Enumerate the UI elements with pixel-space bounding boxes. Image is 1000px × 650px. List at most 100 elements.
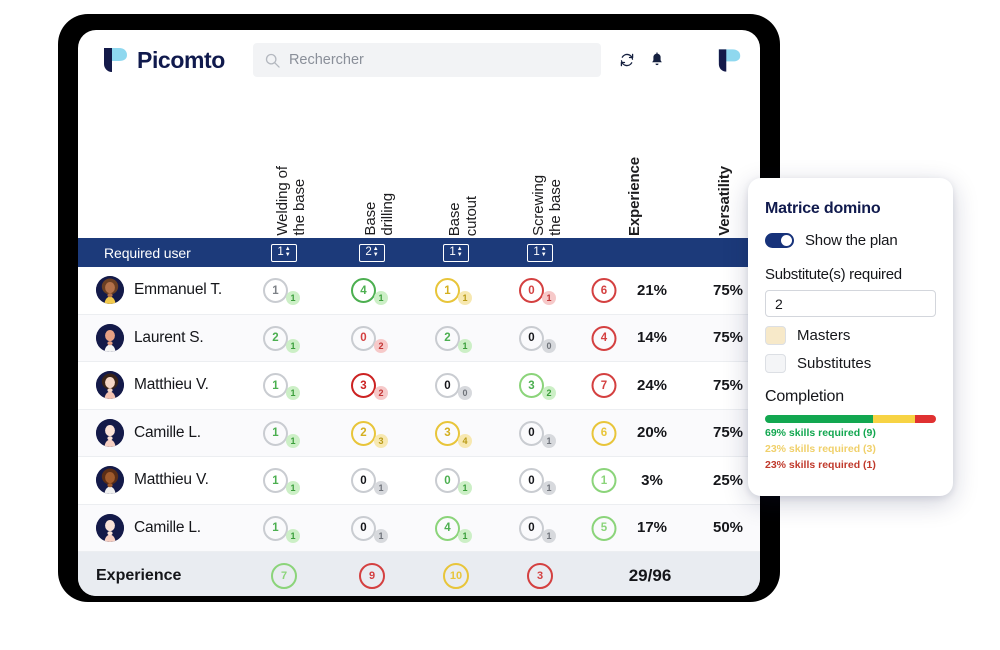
table-row[interactable]: Laurent S. 2 1 0 2 2 1 0 0 4 14% 75% (78, 314, 760, 362)
device-screen: Picomto Rechercher Welding of the base B… (78, 30, 760, 596)
completion-segment-0 (765, 415, 873, 423)
completion-stat: 23% skills required (1) (765, 459, 876, 471)
skill-cell[interactable]: 00 (431, 369, 481, 403)
table-row[interactable]: Matthieu V. 1 1 0 1 0 1 0 1 1 3% 25% (78, 457, 760, 505)
skill-cell[interactable]: 11 (259, 512, 309, 546)
skill-level-ring: 2 (263, 325, 288, 351)
versatility-percent: 75% (712, 329, 744, 347)
search-input[interactable]: Rechercher (252, 43, 601, 77)
footer-total-ring: 3 (527, 563, 553, 589)
avatar (96, 418, 124, 447)
refresh-icon[interactable] (619, 52, 635, 68)
skill-cell[interactable]: 01 (515, 512, 565, 546)
legend-label: Substitutes (797, 355, 872, 372)
column-header-5: Versatility (716, 166, 733, 236)
picomto-logo-icon (104, 48, 127, 72)
matrix-rows: Emmanuel T. 1 1 4 1 1 1 0 1 6 21% 75% Laurent S. 2 1 0 2… (78, 267, 760, 552)
brand-name: Picomto (137, 46, 225, 73)
skill-cell[interactable]: 00 (515, 322, 565, 356)
required-user-row: Required user 1 ▲ ▼ 2 ▲ ▼ 1 ▲ ▼ 1 ▲ ▼ (78, 238, 760, 267)
picomto-mark-icon[interactable] (717, 48, 742, 73)
skill-cell[interactable]: 01 (347, 464, 397, 498)
completion-stats: 69% skills required (9) 23% skills requir… (765, 427, 936, 471)
avatar (96, 513, 124, 542)
substitutes-required-input[interactable]: 2 (765, 290, 936, 317)
stepper-arrows-icon[interactable]: ▲ ▼ (541, 246, 547, 258)
skill-cell[interactable]: 11 (259, 464, 309, 498)
search-placeholder: Rechercher (288, 52, 364, 68)
skill-required-badge: 2 (374, 386, 388, 400)
footer-label: Experience (96, 567, 182, 584)
skill-cell[interactable]: 21 (259, 322, 309, 356)
skill-cell[interactable]: 01 (515, 417, 565, 451)
footer-total-ring: 9 (359, 563, 385, 589)
substitutes-required-value: 2 (775, 295, 783, 312)
user-name: Matthieu V. (134, 471, 209, 489)
skill-level-ring: 3 (351, 373, 376, 398)
avatar (96, 323, 124, 352)
experience-ring: 4 (591, 325, 617, 351)
skill-cell[interactable]: 21 (431, 322, 481, 356)
legend-item[interactable]: Substitutes (765, 354, 936, 373)
skill-required-badge: 1 (286, 481, 300, 495)
skill-cell[interactable]: 01 (515, 274, 565, 308)
skill-cell[interactable]: 41 (347, 274, 397, 308)
table-row[interactable]: Matthieu V. 1 1 3 2 0 0 3 2 7 24% 75% (78, 362, 760, 410)
required-user-stepper-0[interactable]: 1 ▲ ▼ (271, 243, 297, 262)
brand[interactable]: Picomto (102, 47, 225, 74)
skill-level-ring: 3 (519, 373, 544, 398)
skill-cell[interactable]: 02 (347, 322, 397, 356)
skill-level-ring: 1 (435, 278, 460, 303)
required-user-stepper-1[interactable]: 2 ▲ ▼ (359, 243, 385, 262)
substitutes-required-label: Substitute(s) required (765, 266, 902, 283)
skill-cell[interactable]: 01 (431, 464, 481, 498)
matrice-domino-panel: Matrice domino Show the plan Substitute(… (748, 178, 953, 496)
skill-required-badge: 1 (458, 338, 472, 353)
stepper-arrows-icon[interactable]: ▲ ▼ (457, 246, 463, 258)
skills-matrix: Welding of the base Base drilling Base cut… (78, 90, 760, 596)
table-row[interactable]: Camille L. 1 1 2 3 3 4 0 1 6 20% 75% (78, 409, 760, 457)
skill-cell[interactable]: 11 (259, 417, 309, 451)
versatility-percent: 25% (712, 471, 744, 489)
legend-item[interactable]: Masters (765, 326, 936, 345)
required-user-stepper-3[interactable]: 1 ▲ ▼ (527, 243, 553, 262)
skill-cell[interactable]: 41 (431, 512, 481, 546)
skill-cell[interactable]: 01 (347, 512, 397, 546)
avatar (96, 466, 124, 495)
skill-cell[interactable]: 32 (347, 369, 397, 403)
skill-level-ring: 0 (435, 373, 460, 398)
skill-cell[interactable]: 01 (515, 464, 565, 498)
table-row[interactable]: Emmanuel T. 1 1 4 1 1 1 0 1 6 21% 75% (78, 267, 760, 315)
panel-legend: Masters Substitutes (765, 326, 936, 373)
skill-required-badge: 1 (374, 481, 388, 495)
skill-cell[interactable]: 32 (515, 369, 565, 403)
stepper-arrows-icon[interactable]: ▲ ▼ (285, 246, 291, 258)
skill-cell[interactable]: 23 (347, 417, 397, 451)
table-row[interactable]: Camille L. 1 1 0 1 4 1 0 1 5 17% 50% (78, 504, 760, 552)
legend-label: Masters (797, 327, 851, 344)
skill-cell[interactable]: 11 (259, 369, 309, 403)
skill-cell[interactable]: 11 (259, 274, 309, 308)
bell-icon[interactable] (649, 52, 665, 68)
skill-level-ring: 1 (263, 278, 288, 303)
skill-level-ring: 1 (263, 373, 288, 398)
experience-ring: 7 (591, 373, 617, 398)
stepper-arrows-icon[interactable]: ▲ ▼ (373, 246, 379, 258)
skill-cell[interactable]: 34 (431, 417, 481, 451)
column-header-1: Base drilling (362, 193, 396, 236)
show-plan-row: Show the plan (765, 232, 936, 249)
skill-required-badge: 1 (374, 291, 388, 305)
show-plan-toggle[interactable] (765, 233, 794, 248)
required-user-stepper-2[interactable]: 1 ▲ ▼ (443, 243, 469, 262)
versatility-percent: 75% (712, 281, 744, 299)
legend-swatch (765, 326, 786, 345)
completion-stat: 69% skills required (9) (765, 427, 876, 439)
matrix-footer-row: Experience 7 9 10 3 29/96 (78, 552, 760, 596)
column-header-3: Screwing the base (530, 175, 564, 236)
skill-required-badge: 1 (286, 433, 300, 448)
skill-required-badge: 1 (458, 528, 472, 543)
experience-percent: 14% (636, 329, 668, 347)
skill-cell[interactable]: 11 (431, 274, 481, 308)
skill-level-ring: 2 (435, 325, 460, 351)
column-headers: Welding of the base Base drilling Base cut… (78, 90, 760, 238)
